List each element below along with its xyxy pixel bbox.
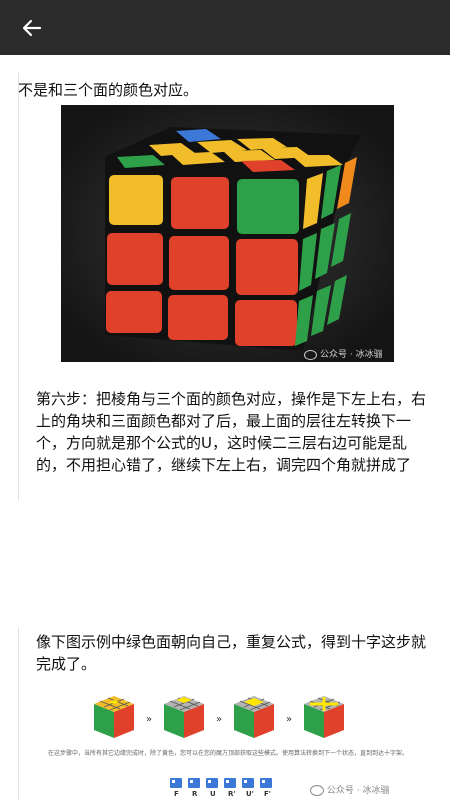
- svg-text:»: »: [146, 714, 152, 725]
- cube-steps-diagram: » » »: [94, 696, 344, 738]
- rubiks-cube-image: [61, 105, 394, 362]
- top-app-bar: [0, 0, 450, 55]
- arrow-left-icon[interactable]: [18, 14, 46, 42]
- move-label-3: U: [210, 790, 216, 798]
- paragraph-2: 第六步：把棱角与三个面的颜色对应，操作是下左上右，右上的角块和三面颜色都对了后，…: [36, 390, 427, 474]
- image-watermark-2: 公众号 · 冰冰骊: [310, 783, 389, 796]
- mini-cube-3: [234, 696, 274, 738]
- image-watermark-1: 公众号 · 冰冰骊: [304, 347, 383, 360]
- paragraph-3: 像下图示例中绿色面朝向自己，重复公式，得到十字这步就完成了。: [36, 633, 427, 673]
- image-watermark-2-text: 公众号 · 冰冰骊: [326, 786, 390, 796]
- move-label-1: F: [174, 790, 179, 798]
- wechat-icon: [304, 349, 317, 360]
- move-label-4: R': [228, 790, 236, 798]
- mini-cube-2: [164, 696, 204, 738]
- paragraph-1: 不是和三个面的颜色对应。: [18, 81, 199, 99]
- image-watermark-1-text: 公众号 · 冰冰骊: [320, 350, 383, 360]
- article-content[interactable]: 不是和三个面的颜色对应。 公众号 · 冰冰骊 第六步：把棱角与三个面的颜色对应，…: [0, 55, 450, 800]
- move-label-5: U': [246, 790, 254, 798]
- mini-cube-1: [94, 696, 134, 738]
- image-caption-2: 在这步骤中，当所有其它边缘完成时，除了黄色，您可以在您的魔方顶部获取这些模式。使…: [47, 750, 408, 757]
- svg-text:»: »: [286, 714, 292, 725]
- move-label-6: F': [264, 790, 271, 798]
- move-notation-strip: [170, 778, 272, 788]
- svg-text:»: »: [216, 714, 222, 725]
- mini-cube-4: [304, 696, 344, 738]
- move-label-2: R: [192, 790, 198, 798]
- wechat-icon: [310, 785, 324, 796]
